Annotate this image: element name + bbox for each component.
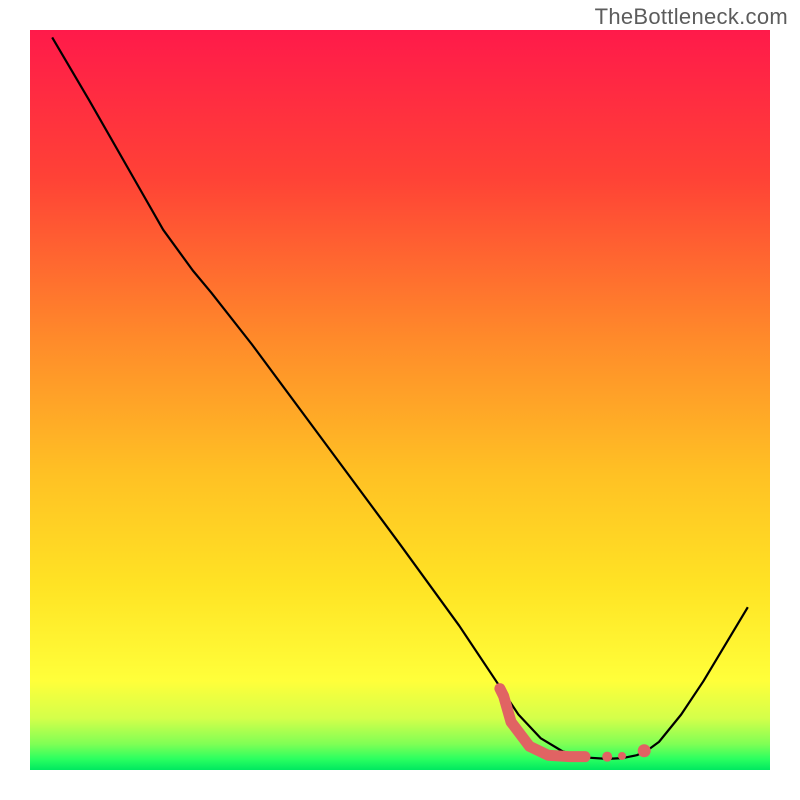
highlight-dot-2	[618, 752, 626, 760]
attribution-label: TheBottleneck.com	[595, 4, 788, 30]
chart-container: TheBottleneck.com	[0, 0, 800, 800]
plot-background	[30, 30, 770, 770]
highlight-dot-1	[602, 752, 612, 762]
highlight-dot-3	[638, 744, 651, 757]
bottleneck-chart	[0, 0, 800, 800]
